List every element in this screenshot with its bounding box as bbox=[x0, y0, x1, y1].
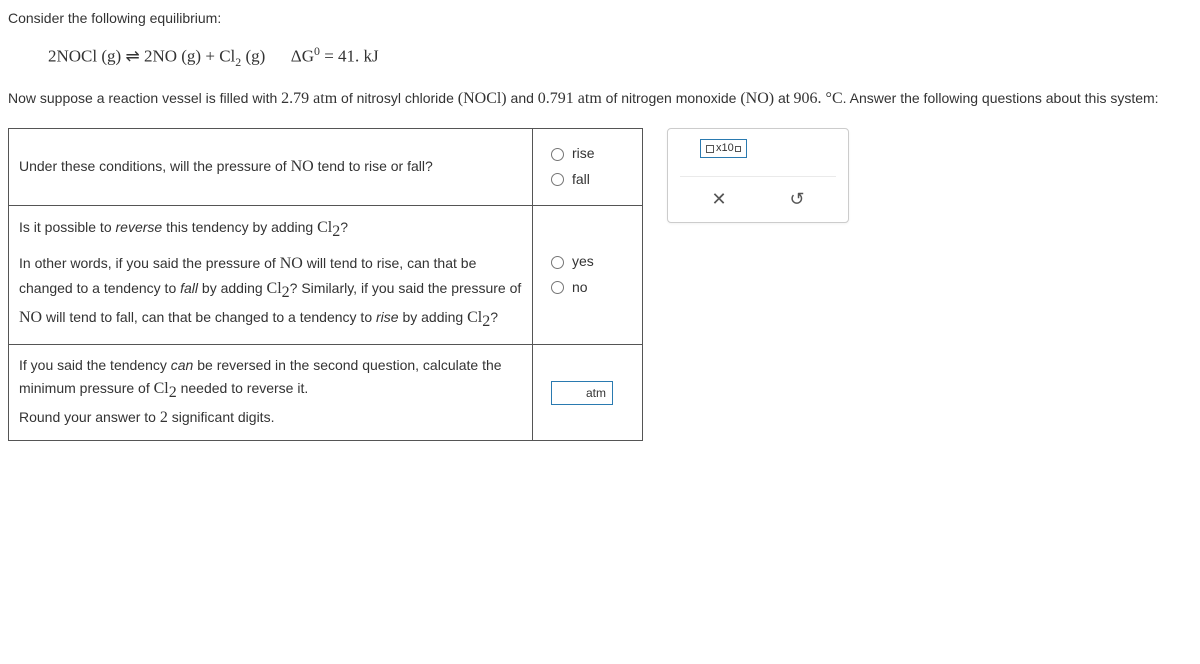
q2-answers: yes no bbox=[533, 205, 643, 345]
q3-answers: atm bbox=[533, 345, 643, 441]
table-row: If you said the tendency can be reversed… bbox=[9, 345, 643, 441]
q1-label-rise[interactable]: rise bbox=[572, 143, 595, 165]
close-button[interactable]: ✕ bbox=[701, 185, 736, 214]
q2-label-no[interactable]: no bbox=[572, 277, 588, 299]
questions-table: Under these conditions, will the pressur… bbox=[8, 128, 643, 441]
intro-text: Consider the following equilibrium: bbox=[8, 10, 1192, 26]
eq-rhs1: 2NO (g) bbox=[144, 47, 201, 66]
close-icon: ✕ bbox=[711, 189, 726, 209]
q2-label-yes[interactable]: yes bbox=[572, 251, 594, 273]
equilibrium-arrow-icon: ⇌ bbox=[125, 47, 139, 66]
placeholder-exp-icon bbox=[735, 146, 741, 152]
unit-label: atm bbox=[586, 384, 606, 403]
sci-notation-button[interactable]: x10 bbox=[700, 139, 747, 158]
reset-icon: ↺ bbox=[789, 189, 804, 209]
q2-cell: Is it possible to reverse this tendency … bbox=[9, 205, 533, 345]
q1-answers: rise fall bbox=[533, 129, 643, 205]
eq-plus: + bbox=[205, 47, 215, 66]
placeholder-box-icon bbox=[706, 145, 714, 153]
atm-input-wrapper[interactable]: atm bbox=[551, 381, 613, 406]
q2-radio-yes[interactable] bbox=[551, 256, 564, 269]
q1-radio-fall[interactable] bbox=[551, 173, 564, 186]
q3-cell: If you said the tendency can be reversed… bbox=[9, 345, 533, 441]
pressure-input[interactable] bbox=[558, 386, 582, 400]
equilibrium-equation: 2NOCl (g) ⇌ 2NO (g) + Cl2 (g) ΔG0 = 41. … bbox=[48, 44, 1192, 70]
q1-cell: Under these conditions, will the pressur… bbox=[9, 129, 533, 205]
toolbox: x10 ✕ ↺ bbox=[667, 128, 849, 223]
q1-label-fall[interactable]: fall bbox=[572, 169, 590, 191]
table-row: Under these conditions, will the pressur… bbox=[9, 129, 643, 205]
reset-button[interactable]: ↺ bbox=[779, 185, 814, 214]
eq-dg: ΔG bbox=[291, 47, 314, 66]
eq-cl: Cl bbox=[219, 47, 235, 66]
eq-dg-val: = 41. kJ bbox=[320, 47, 379, 66]
scenario-paragraph: Now suppose a reaction vessel is filled … bbox=[8, 88, 1192, 110]
eq-cl-state: (g) bbox=[241, 47, 265, 66]
eq-lhs: 2NOCl (g) bbox=[48, 47, 121, 66]
q1-radio-rise[interactable] bbox=[551, 148, 564, 161]
q2-radio-no[interactable] bbox=[551, 281, 564, 294]
table-row: Is it possible to reverse this tendency … bbox=[9, 205, 643, 345]
